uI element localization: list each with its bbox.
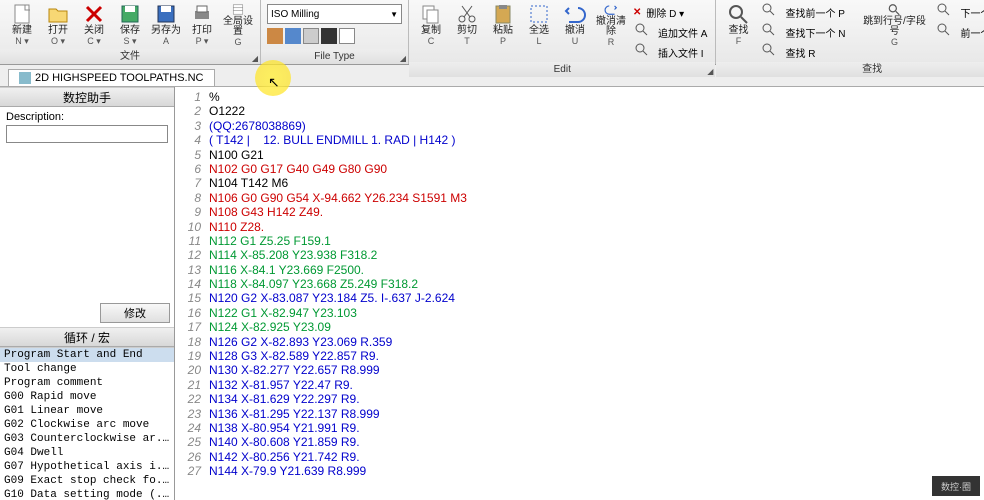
macro-title: 循环 / 宏	[0, 327, 174, 347]
description-label: Description:	[6, 111, 168, 123]
findrep-button[interactable]: 查找 R	[756, 42, 849, 62]
save-button[interactable]: 保存S ▾	[112, 2, 148, 48]
ribbon-group-edit: 复制C剪切T粘贴P全选L撤消U撤消清除R ✕删除 D ▾追加文件 A插入文件 I…	[409, 0, 716, 64]
group-label-file: 文件	[120, 51, 140, 62]
open-button[interactable]: 打开O ▾	[40, 2, 76, 48]
ft-icon-1[interactable]	[267, 28, 283, 44]
ribbon-group-file: 新建N ▾打开O ▾关闭C ▾保存S ▾另存为A打印P ▾全局设置G 文件 ◢	[0, 0, 261, 64]
undo-button[interactable]: 撤消U	[557, 2, 593, 48]
macro-item[interactable]: G03 Counterclockwise ar...	[0, 432, 174, 446]
group-label-filetype: File Type	[314, 51, 354, 62]
ft-icon-3[interactable]	[303, 28, 319, 44]
saveas-button[interactable]: 另存为A	[148, 2, 184, 48]
insertfile-button[interactable]: 插入文件 I	[629, 42, 711, 62]
macro-item[interactable]: Tool change	[0, 362, 174, 376]
macro-item[interactable]: G04 Dwell	[0, 446, 174, 460]
ft-icon-2[interactable]	[285, 28, 301, 44]
edit-dialog-launcher[interactable]: ◢	[707, 64, 713, 79]
helper-title: 数控助手	[0, 87, 174, 107]
macro-item[interactable]: G02 Clockwise arc move	[0, 418, 174, 432]
macro-item[interactable]: G09 Exact stop check fo...	[0, 474, 174, 488]
find-button[interactable]: 查找F	[720, 2, 756, 48]
tab-title: 2D HIGHSPEED TOOLPATHS.NC	[35, 72, 204, 84]
filetype-combo[interactable]: ISO Milling ▼	[267, 4, 402, 24]
group-label-edit: Edit	[554, 64, 571, 75]
macro-list[interactable]: Program Start and EndTool changeProgram …	[0, 347, 174, 500]
macro-item[interactable]: G01 Linear move	[0, 404, 174, 418]
ribbon-group-search: 查找F 查找前一个 P查找下一个 N查找 R 跳到行号/字段号G下一个换刀 T前…	[716, 0, 984, 64]
filetype-dialog-launcher[interactable]: ◢	[400, 51, 406, 66]
file-dialog-launcher[interactable]: ◢	[252, 51, 258, 66]
close-button[interactable]: 关闭C ▾	[76, 2, 112, 48]
watermark: 数控·圈	[932, 476, 980, 496]
ft-icon-5[interactable]	[339, 28, 355, 44]
globalset-button[interactable]: 全局设置G	[220, 2, 256, 48]
nexttool-button[interactable]: 下一个换刀 T	[931, 2, 984, 22]
file-icon	[19, 72, 31, 84]
selectall-button[interactable]: 全选L	[521, 2, 557, 48]
chevron-down-icon: ▼	[390, 10, 398, 19]
goto-button[interactable]: 跳到行号/字段号G	[857, 2, 931, 48]
findprev-button[interactable]: 查找前一个 P	[756, 2, 849, 22]
prevtool-button[interactable]: 前一个换刀 P	[931, 22, 984, 42]
macro-item[interactable]: G00 Rapid move	[0, 390, 174, 404]
redo-button[interactable]: 撤消清除R	[593, 2, 629, 48]
new-button[interactable]: 新建N ▾	[4, 2, 40, 48]
macro-item[interactable]: G07 Hypothetical axis i...	[0, 460, 174, 474]
description-input[interactable]	[6, 125, 168, 143]
ft-icon-4[interactable]	[321, 28, 337, 44]
filetype-value: ISO Milling	[271, 9, 319, 20]
copy-button[interactable]: 复制C	[413, 2, 449, 48]
macro-item[interactable]: Program comment	[0, 376, 174, 390]
code-editor[interactable]: 1234567891011121314151617181920212223242…	[175, 87, 984, 500]
ribbon-group-filetype: ISO Milling ▼ File Type ◢	[261, 0, 409, 64]
left-panel: 数控助手 Description: 修改 循环 / 宏 Program Star…	[0, 87, 175, 500]
delete-button[interactable]: ✕删除 D ▾	[629, 2, 711, 22]
findnext-button[interactable]: 查找下一个 N	[756, 22, 849, 42]
group-label-search: 查找	[862, 64, 882, 75]
code-content[interactable]: %O1222(QQ:2678038869)( T142 | 12. BULL E…	[205, 87, 984, 500]
macro-item[interactable]: Program Start and End	[0, 348, 174, 362]
cut-button[interactable]: 剪切T	[449, 2, 485, 48]
addfile-button[interactable]: 追加文件 A	[629, 22, 711, 42]
line-gutter: 1234567891011121314151617181920212223242…	[175, 87, 205, 500]
print-button[interactable]: 打印P ▾	[184, 2, 220, 48]
tab-active[interactable]: 2D HIGHSPEED TOOLPATHS.NC	[8, 69, 215, 86]
modify-button[interactable]: 修改	[100, 303, 170, 323]
macro-item[interactable]: G10 Data setting mode (...	[0, 488, 174, 500]
paste-button[interactable]: 粘贴P	[485, 2, 521, 48]
